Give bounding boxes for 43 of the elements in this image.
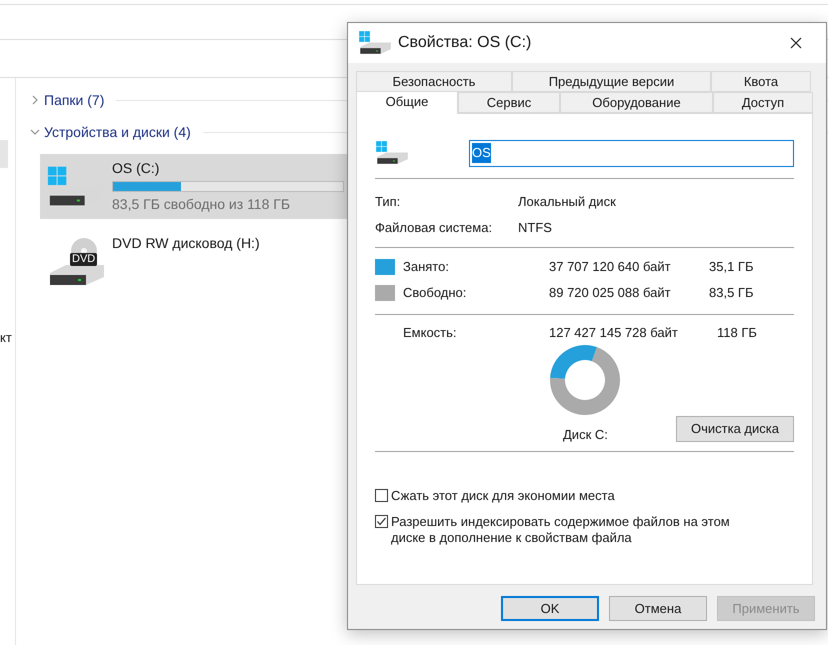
usage-label: Занято: [403,258,450,276]
drive-icon [375,140,409,166]
tab[interactable]: Доступ [713,92,813,113]
capacity-size: 118 ГБ [717,324,757,342]
dialog-button[interactable]: OK [501,596,599,621]
name-field[interactable]: OS [469,140,794,166]
usage-size: 35,1 ГБ [709,258,754,276]
property-value: Локальный диск [518,193,616,212]
drive-item[interactable]: OS (C:) 83,5 ГБ свободно из 118 ГБ [40,154,350,219]
property-label: Файловая система: [375,219,494,238]
chevron-down-icon[interactable] [30,127,40,137]
tab[interactable]: Безопасность [356,71,512,92]
window-title: Свойства: OS (C:) [398,33,532,53]
checkbox-label[interactable]: Сжать этот диск для экономии места [391,488,751,504]
tab[interactable]: Предыдущие версии [512,71,711,92]
tab[interactable]: Оборудование [560,92,713,113]
section-title[interactable]: Папки (7) [44,90,104,110]
tab[interactable]: Квота [711,71,811,92]
section-title[interactable]: Устройства и диски (4) [44,122,191,142]
tab[interactable]: Общие [356,91,458,114]
checkbox-label[interactable]: Разрешить индексировать содержимое файлов на этом диске в дополнение к свойствам файла [391,514,751,546]
usage-size: 83,5 ГБ [709,284,754,302]
checkbox[interactable] [375,515,388,528]
capacity-bytes: 127 427 145 728 байт [549,324,679,342]
usage-label: Свободно: [403,284,468,302]
property-value: NTFS [518,219,552,238]
free-space-text: 83,5 ГБ свободно из 118 ГБ [112,195,292,214]
chart-title: Диск C: [563,426,608,444]
close-icon[interactable] [790,37,802,49]
drive-name: DVD RW дисковод (H:) [112,234,261,253]
tab[interactable]: Сервис [458,92,560,113]
drive-icon [358,30,392,56]
usage-bytes: 37 707 120 640 байт [549,258,672,276]
dialog-button[interactable]: Отмена [609,596,707,621]
drive-name: OS (C:) [112,159,160,178]
usage-bytes: 89 720 025 088 байт [549,284,672,302]
property-label: Тип: [375,193,402,212]
checkbox[interactable] [375,489,388,502]
drive-item[interactable]: DVD DVD RW дисковод (H:) [40,229,350,294]
capacity-label: Емкость: [403,324,458,342]
disk-cleanup-button[interactable]: Очистка диска [676,416,794,442]
chevron-right-icon[interactable] [30,95,40,105]
nav-item[interactable]: кт [0,328,15,348]
